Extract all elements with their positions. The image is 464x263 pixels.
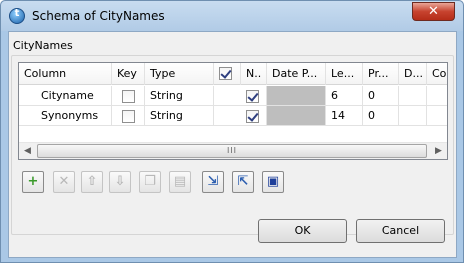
header-checkbox[interactable] (219, 67, 232, 80)
paste-icon: ▤ (173, 174, 187, 189)
move-up-icon: ⇧ (86, 174, 98, 189)
header-key[interactable]: Key (112, 63, 145, 85)
import-icon: ⇲ (207, 174, 219, 189)
cell-type[interactable]: String (145, 86, 214, 106)
cell-key[interactable] (112, 106, 145, 126)
header-select-all[interactable] (214, 63, 241, 85)
export-button[interactable]: ⇱ (232, 171, 254, 193)
header-default[interactable]: D... (399, 63, 427, 85)
add-button[interactable]: + (22, 171, 44, 193)
cell-column[interactable]: Cityname (19, 86, 112, 106)
table-row[interactable]: Synonyms String 14 0 (19, 106, 447, 126)
copy-icon: ❐ (144, 174, 156, 189)
copy-button[interactable]: ❐ (139, 171, 161, 193)
remove-button[interactable]: ✕ (53, 171, 75, 193)
cell-date-pattern[interactable] (267, 106, 326, 126)
scroll-left-icon[interactable]: ◀ (19, 143, 36, 160)
add-icon: + (27, 174, 39, 189)
cell-precision[interactable]: 0 (363, 106, 399, 126)
header-type[interactable]: Type (145, 63, 214, 85)
cancel-button[interactable]: Cancel (356, 219, 445, 243)
cell-column[interactable]: Synonyms (19, 106, 112, 126)
table-row[interactable]: Cityname String 6 0 (19, 86, 447, 106)
move-up-button[interactable]: ⇧ (81, 171, 103, 193)
save-button[interactable]: ▣ (262, 171, 284, 193)
cell-default[interactable] (399, 106, 427, 126)
cell-comment[interactable] (427, 106, 447, 126)
schema-dialog: t Schema of CityNames ✕ CityNames Column… (0, 0, 464, 263)
cell-default[interactable] (399, 86, 427, 106)
table-header: Column Key Type N.. Date P... Le... Pr..… (19, 63, 447, 85)
nullable-checkbox[interactable] (246, 110, 259, 123)
export-icon: ⇱ (237, 174, 249, 189)
cell-date-pattern[interactable] (267, 86, 326, 106)
header-date-pattern[interactable]: Date P... (267, 63, 326, 85)
header-precision[interactable]: Pr... (363, 63, 399, 85)
cell-nullable[interactable] (214, 106, 267, 126)
nullable-checkbox[interactable] (246, 90, 259, 103)
cell-nullable[interactable] (214, 86, 267, 106)
cell-precision[interactable]: 0 (363, 86, 399, 106)
close-button[interactable]: ✕ (412, 2, 455, 21)
scroll-right-icon[interactable]: ▶ (430, 143, 447, 160)
app-icon: t (9, 8, 25, 24)
header-length[interactable]: Le... (326, 63, 363, 85)
window-title: Schema of CityNames (32, 9, 165, 23)
header-nullable[interactable]: N.. (241, 63, 267, 85)
dialog-body: CityNames Column Key Type N.. Date P... … (8, 31, 457, 258)
cell-comment[interactable] (427, 86, 447, 106)
key-checkbox[interactable] (122, 110, 135, 123)
horizontal-scrollbar[interactable]: ◀ III ▶ (19, 142, 447, 159)
header-comment[interactable]: Co... (427, 63, 447, 85)
header-column[interactable]: Column (19, 63, 112, 85)
remove-icon: ✕ (58, 174, 70, 189)
ok-button[interactable]: OK (258, 219, 347, 243)
import-button[interactable]: ⇲ (202, 171, 224, 193)
schema-group: Column Key Type N.. Date P... Le... Pr..… (11, 55, 454, 235)
save-icon: ▣ (266, 174, 280, 189)
schema-name-label: CityNames (13, 39, 73, 52)
cell-length[interactable]: 14 (326, 106, 363, 126)
scrollbar-thumb[interactable]: III (37, 144, 427, 158)
title-bar: t Schema of CityNames ✕ (1, 1, 463, 31)
cell-key[interactable] (112, 86, 145, 106)
cell-length[interactable]: 6 (326, 86, 363, 106)
paste-button[interactable]: ▤ (169, 171, 191, 193)
cell-type[interactable]: String (145, 106, 214, 126)
move-down-icon: ⇩ (114, 174, 126, 189)
key-checkbox[interactable] (122, 90, 135, 103)
schema-table: Column Key Type N.. Date P... Le... Pr..… (18, 62, 448, 160)
move-down-button[interactable]: ⇩ (109, 171, 131, 193)
